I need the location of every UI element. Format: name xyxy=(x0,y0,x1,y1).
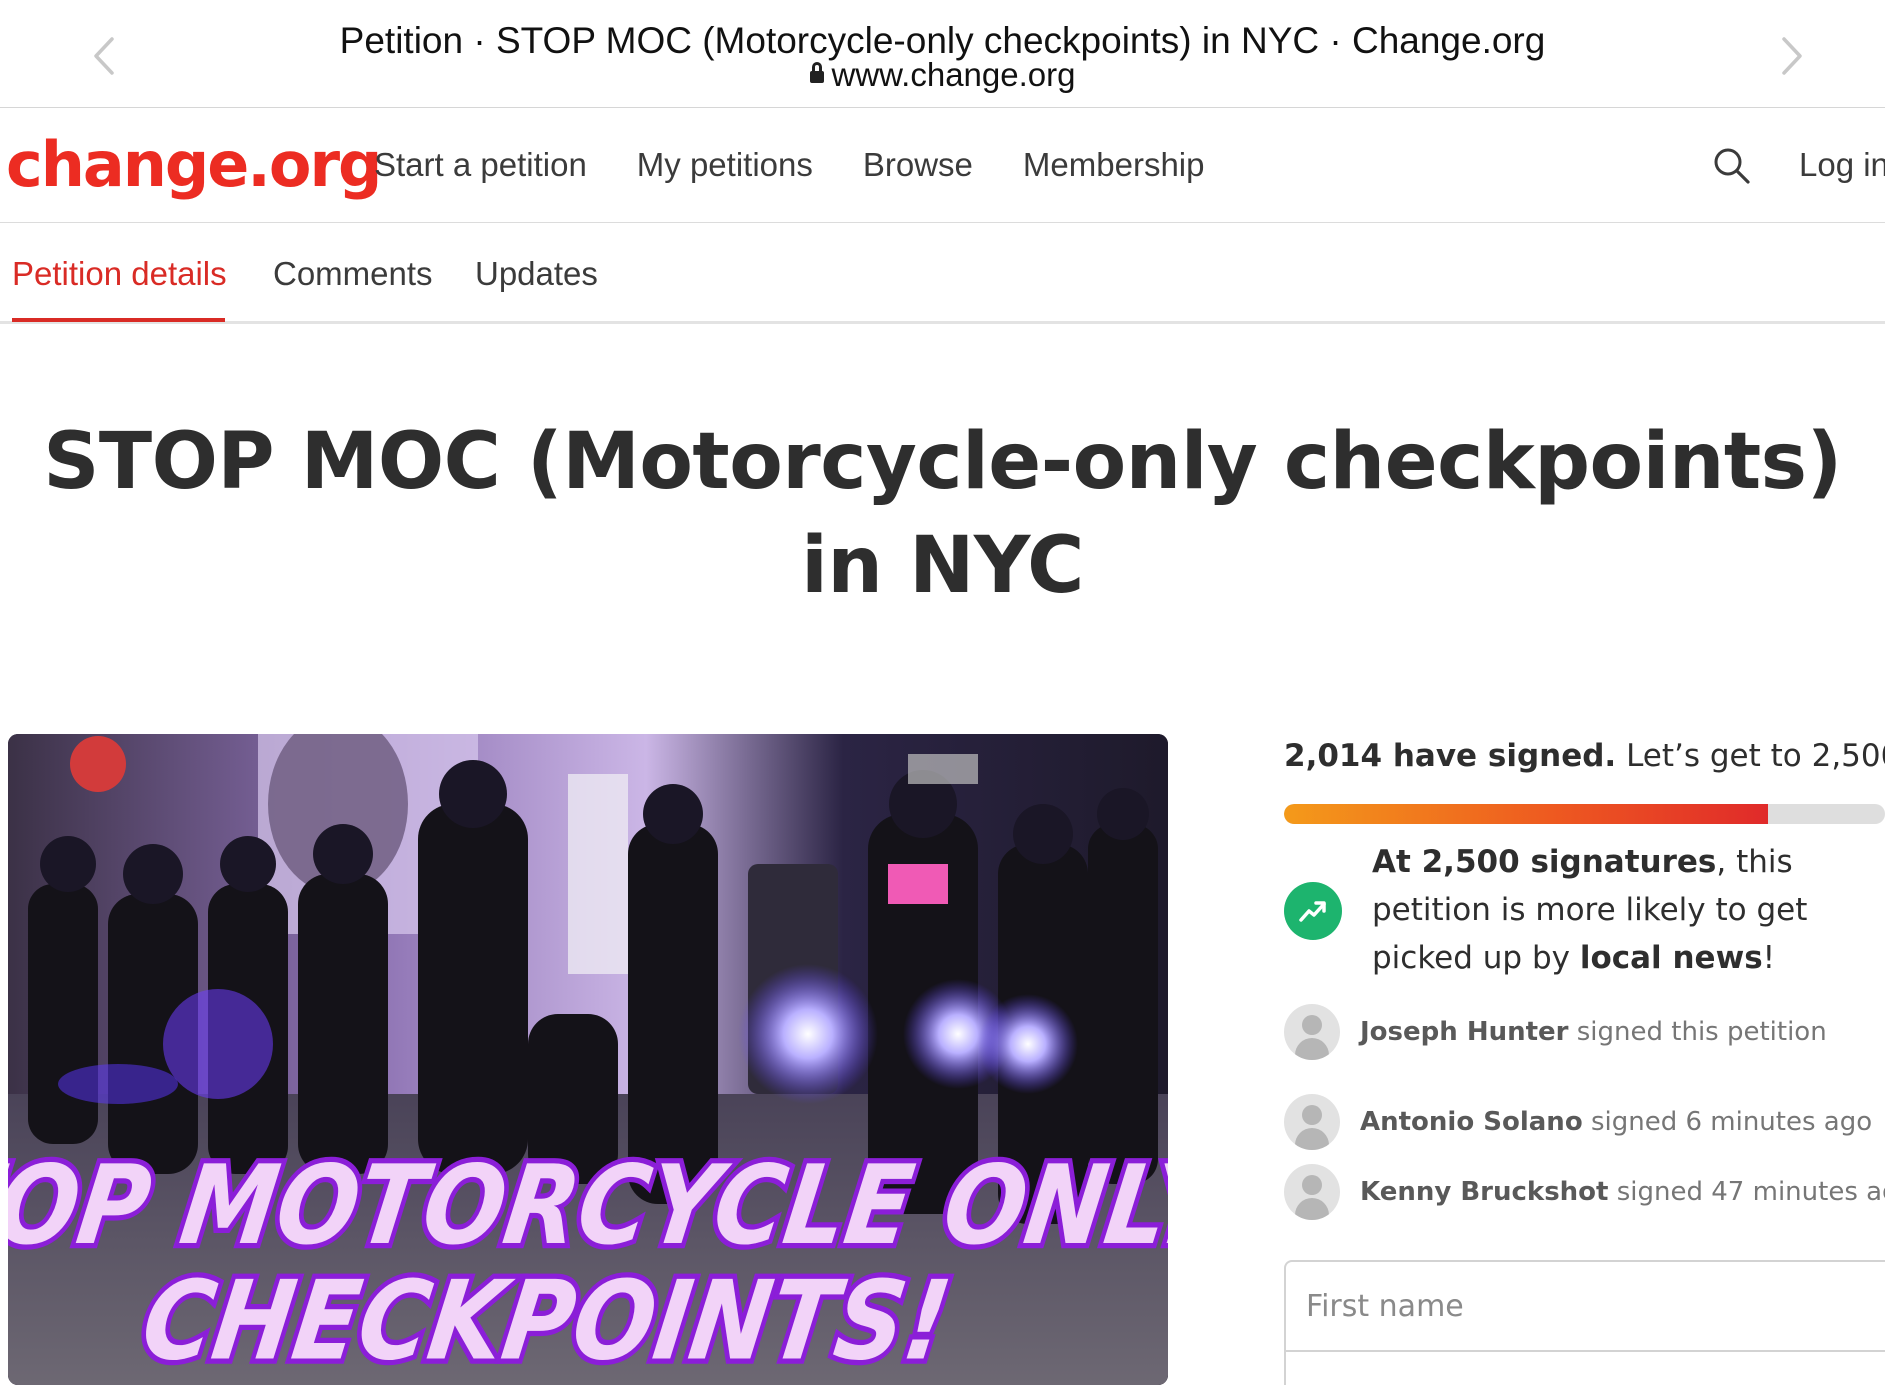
signer-action: signed this petition xyxy=(1576,1017,1827,1047)
signer-name: Kenny Bruckshot xyxy=(1360,1177,1609,1207)
signature-goal: Let’s get to 2,500! xyxy=(1626,738,1885,774)
recent-signer: Antonio Solano signed 6 minutes ago xyxy=(1284,1094,1872,1150)
milestone-message: At 2,500 signatures, this petition is mo… xyxy=(1372,838,1885,982)
signer-name: Antonio Solano xyxy=(1360,1107,1583,1137)
milestone-outlet: local news xyxy=(1579,940,1763,976)
milestone-end: ! xyxy=(1762,940,1776,976)
browser-title-bar: Petition · STOP MOC (Motorcycle-only che… xyxy=(0,0,1885,108)
signer-text: Kenny Bruckshot signed 47 minutes ago xyxy=(1360,1177,1885,1207)
forward-chevron-icon[interactable] xyxy=(1772,30,1812,82)
image-caption-line-2: CHECKPOINTS! xyxy=(135,1258,958,1385)
signer-name: Joseph Hunter xyxy=(1360,1017,1569,1047)
next-form-field[interactable] xyxy=(1284,1350,1885,1385)
petition-image: STOP MOTORCYCLE ONLY STOP MOTORCYCLE ONL… xyxy=(8,734,1168,1385)
petition-title: STOP MOC (Motorcycle-only checkpoints) i… xyxy=(43,417,1842,611)
progress-fill xyxy=(1284,804,1769,824)
search-icon[interactable] xyxy=(1712,146,1752,186)
tab-comments[interactable]: Comments xyxy=(273,255,433,293)
nav-membership[interactable]: Membership xyxy=(1023,146,1205,184)
signature-count-value: 2,014 have signed. xyxy=(1284,738,1617,774)
change-org-logo[interactable]: change.org xyxy=(6,128,382,201)
main-nav: Start a petition My petitions Browse Mem… xyxy=(374,146,1205,184)
signature-count: 2,014 have signed. Let’s get to 2,500! xyxy=(1284,738,1885,774)
login-link[interactable]: Log in xyxy=(1799,146,1885,184)
petition-tabs: Petition details Comments Updates xyxy=(0,223,1885,324)
signature-progress-bar xyxy=(1284,804,1885,824)
trending-up-icon xyxy=(1284,882,1342,940)
lock-icon xyxy=(809,62,824,83)
tab-petition-details[interactable]: Petition details xyxy=(12,255,227,293)
url-text: www.change.org xyxy=(831,56,1076,93)
site-header: change.org Start a petition My petitions… xyxy=(0,108,1885,223)
avatar xyxy=(1284,1004,1340,1060)
nav-start-petition[interactable]: Start a petition xyxy=(374,146,587,184)
signer-text: Antonio Solano signed 6 minutes ago xyxy=(1360,1107,1872,1137)
signer-action: signed 6 minutes ago xyxy=(1590,1107,1873,1137)
avatar xyxy=(1284,1164,1340,1220)
nav-my-petitions[interactable]: My petitions xyxy=(637,146,813,184)
signer-action: signed 47 minutes ago xyxy=(1616,1177,1885,1207)
signer-text: Joseph Hunter signed this petition xyxy=(1360,1017,1827,1047)
tab-updates[interactable]: Updates xyxy=(475,255,598,293)
address-bar[interactable]: www.change.org xyxy=(0,56,1885,94)
milestone-target: At 2,500 signatures xyxy=(1372,844,1717,880)
avatar xyxy=(1284,1094,1340,1150)
image-caption-line-1: STOP MOTORCYCLE ONLY xyxy=(8,1143,1168,1270)
active-tab-indicator xyxy=(12,318,225,322)
first-name-input[interactable] xyxy=(1286,1262,1885,1350)
nav-browse[interactable]: Browse xyxy=(863,146,973,184)
recent-signer: Kenny Bruckshot signed 47 minutes ago xyxy=(1284,1164,1885,1220)
recent-signer: Joseph Hunter signed this petition xyxy=(1284,1004,1827,1060)
first-name-field-wrapper xyxy=(1284,1260,1885,1352)
